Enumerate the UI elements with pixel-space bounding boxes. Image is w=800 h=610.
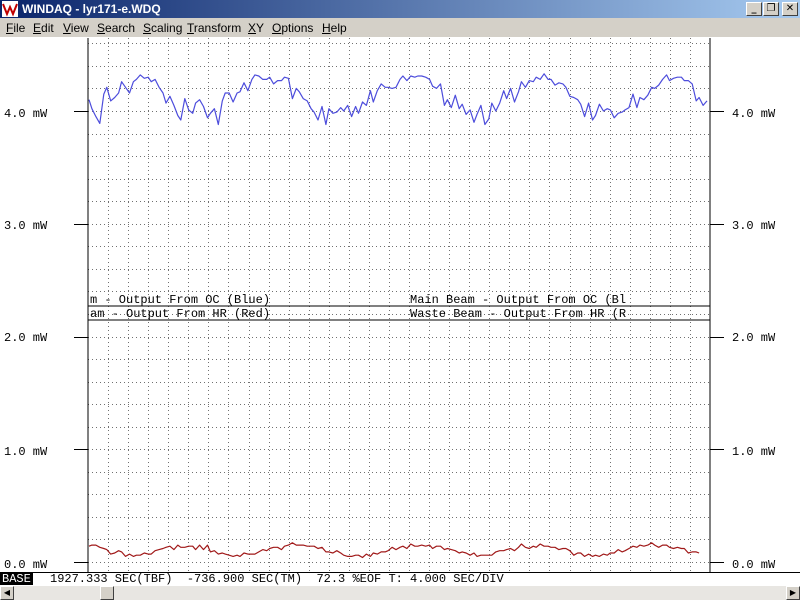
y-axis-right: 4.0 mW 3.0 mW 2.0 mW 1.0 mW 0.0 mW xyxy=(732,107,776,572)
horizontal-scrollbar[interactable]: ◀ ▶ xyxy=(0,586,800,600)
y-tick-label: 1.0 mW xyxy=(732,445,776,459)
menu-transform[interactable]: Transform xyxy=(187,21,241,35)
menu-file[interactable]: File xyxy=(6,21,25,35)
y-tick-label: 4.0 mW xyxy=(732,107,776,121)
channel-label-red-right: Waste Beam - Output From HR (R xyxy=(410,307,626,321)
series-line-red xyxy=(88,542,700,559)
menu-xy[interactable]: XY xyxy=(248,21,264,35)
waveform-chart[interactable]: 4.0 mW 3.0 mW 2.0 mW 1.0 mW 0.0 mW 4.0 m… xyxy=(0,38,800,572)
menu-scaling[interactable]: Scaling xyxy=(143,21,182,35)
y-tick-label: 3.0 mW xyxy=(4,219,48,233)
channel-label-red-left: am - Output From HR (Red) xyxy=(90,307,270,321)
menu-view[interactable]: View xyxy=(63,21,89,35)
menu-bar: File Edit View Search Scaling Transform … xyxy=(0,18,800,37)
status-readout: 1927.333 SEC(TBF) -736.900 SEC(TM) 72.3 … xyxy=(50,572,504,586)
y-tick-label: 2.0 mW xyxy=(4,331,48,345)
channel-label-blue-left: m - Output From OC (Blue) xyxy=(90,293,270,307)
y-tick-label: 3.0 mW xyxy=(732,219,776,233)
minimize-button[interactable]: _ xyxy=(746,2,762,16)
scrollbar-thumb[interactable] xyxy=(100,586,114,600)
title-bar: WINDAQ - lyr171-e.WDQ _ ❐ ✕ xyxy=(0,0,800,18)
scroll-right-arrow-icon[interactable]: ▶ xyxy=(786,586,800,600)
windaq-app-icon[interactable] xyxy=(2,1,18,17)
y-tick-label: 0.0 mW xyxy=(4,558,48,572)
window-title: WINDAQ - lyr171-e.WDQ xyxy=(22,2,161,16)
menu-edit[interactable]: Edit xyxy=(33,21,54,35)
restore-button[interactable]: ❐ xyxy=(763,2,779,16)
series-line-blue xyxy=(88,73,708,126)
close-button[interactable]: ✕ xyxy=(782,2,798,16)
y-tick-label: 2.0 mW xyxy=(732,331,776,345)
y-axis-left: 4.0 mW 3.0 mW 2.0 mW 1.0 mW 0.0 mW xyxy=(4,107,48,572)
menu-options[interactable]: Options xyxy=(272,21,313,35)
y-tick-label: 0.0 mW xyxy=(732,558,776,572)
waveform-display[interactable]: 4.0 mW 3.0 mW 2.0 mW 1.0 mW 0.0 mW 4.0 m… xyxy=(0,38,800,572)
tick-marks xyxy=(74,111,724,563)
y-tick-label: 1.0 mW xyxy=(4,445,48,459)
menu-help[interactable]: Help xyxy=(322,21,347,35)
scrollbar-track[interactable] xyxy=(14,586,786,600)
status-base-label: BASE xyxy=(0,572,33,586)
channel-labels: m - Output From OC (Blue) am - Output Fr… xyxy=(88,293,710,321)
menu-search[interactable]: Search xyxy=(97,21,135,35)
channel-label-blue-right: Main Beam - Output From OC (Bl xyxy=(410,293,626,307)
y-tick-label: 4.0 mW xyxy=(4,107,48,121)
status-bar: BASE 1927.333 SEC(TBF) -736.900 SEC(TM) … xyxy=(0,572,800,586)
scroll-left-arrow-icon[interactable]: ◀ xyxy=(0,586,14,600)
